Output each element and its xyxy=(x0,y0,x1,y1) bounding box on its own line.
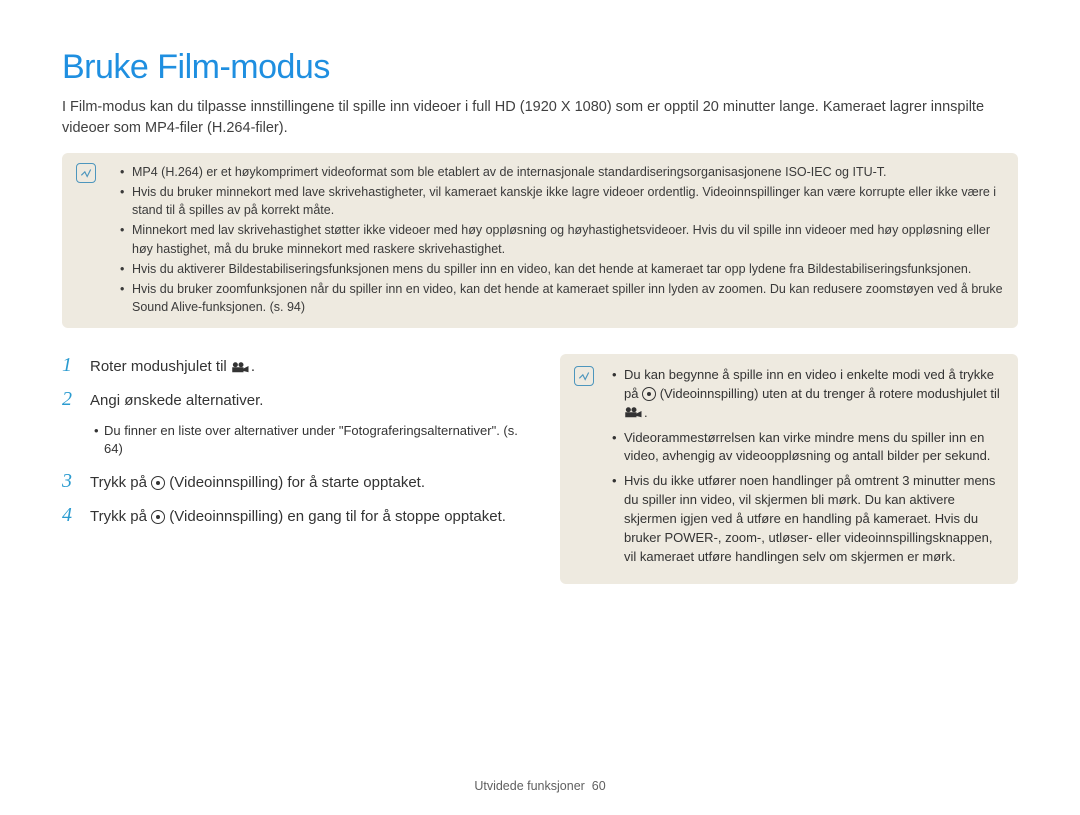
step-number: 1 xyxy=(62,354,78,376)
intro-paragraph: I Film-modus kan du tilpasse innstilling… xyxy=(62,97,1018,139)
top-note-item: Hvis du aktiverer Bildestabiliseringsfun… xyxy=(122,260,1004,278)
step-number: 2 xyxy=(62,388,78,410)
step-text-fragment: Trykk på xyxy=(90,474,151,491)
top-note-box: MP4 (H.264) er et høykomprimert videofor… xyxy=(62,153,1018,328)
step-2-subnote: Du finner en liste over alternativer und… xyxy=(94,422,520,458)
step-number: 3 xyxy=(62,470,78,492)
top-note-item: Hvis du bruker zoomfunksjonen når du spi… xyxy=(122,280,1004,316)
page-title: Bruke Film-modus xyxy=(62,48,1018,87)
top-note-item: Hvis du bruker minnekort med lave skrive… xyxy=(122,183,1004,219)
step-text-fragment: (Videoinnspilling) en gang til for å sto… xyxy=(165,508,506,525)
step-text: Trykk på (Videoinnspilling) for å starte… xyxy=(90,470,425,494)
movie-mode-icon xyxy=(231,358,251,372)
top-note-item: Minnekort med lav skrivehastighet støtte… xyxy=(122,221,1004,257)
note-icon xyxy=(574,366,594,386)
step-text: Angi ønskede alternativer. xyxy=(90,388,263,412)
footer-section-label: Utvidede funksjoner xyxy=(474,779,584,793)
side-note-fragment: . xyxy=(644,405,648,420)
step-number: 4 xyxy=(62,504,78,526)
movie-mode-icon xyxy=(624,406,644,420)
page-footer: Utvidede funksjoner 60 xyxy=(0,779,1080,793)
step-text-fragment: Trykk på xyxy=(90,508,151,525)
side-note-column: Du kan begynne å spille inn en video i e… xyxy=(560,354,1018,584)
step-text: Trykk på (Videoinnspilling) en gang til … xyxy=(90,504,506,528)
side-note-box: Du kan begynne å spille inn en video i e… xyxy=(560,354,1018,584)
side-note-fragment: (Videoinnspilling) uten at du trenger å … xyxy=(656,386,1000,401)
step-text-fragment: Roter modushjulet til xyxy=(90,358,231,375)
step-1: 1 Roter modushjulet til . xyxy=(62,354,520,378)
record-button-icon xyxy=(151,510,165,524)
step-2: 2 Angi ønskede alternativer. xyxy=(62,388,520,412)
side-note-item: Hvis du ikke utfører noen handlinger på … xyxy=(614,472,1004,566)
footer-page-number: 60 xyxy=(592,779,606,793)
steps-column: 1 Roter modushjulet til . 2 Angi ønskede… xyxy=(62,354,520,584)
step-3: 3 Trykk på (Videoinnspilling) for å star… xyxy=(62,470,520,494)
record-button-icon xyxy=(642,387,656,401)
step-text-fragment: . xyxy=(251,358,255,375)
step-4: 4 Trykk på (Videoinnspilling) en gang ti… xyxy=(62,504,520,528)
note-icon xyxy=(76,163,96,183)
top-note-item: MP4 (H.264) er et høykomprimert videofor… xyxy=(122,163,1004,181)
record-button-icon xyxy=(151,476,165,490)
side-note-item: Du kan begynne å spille inn en video i e… xyxy=(614,366,1004,423)
side-note-item: Videorammestørrelsen kan virke mindre me… xyxy=(614,429,1004,467)
step-text: Roter modushjulet til . xyxy=(90,354,255,378)
step-text-fragment: (Videoinnspilling) for å starte opptaket… xyxy=(165,474,425,491)
